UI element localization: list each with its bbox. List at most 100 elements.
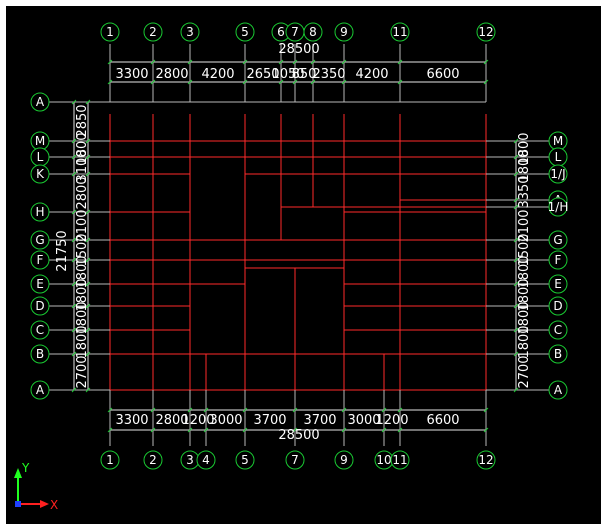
axis-bubble-left: C (30, 320, 50, 340)
axis-bubble-bottom: 2 (143, 450, 163, 470)
axis-bubble-bottom: 1 (100, 450, 120, 470)
axis-bubble-right: G (548, 230, 568, 250)
axis-bubble-right: 1/H (548, 197, 569, 217)
axis-bubble-label: 11 (392, 453, 407, 467)
axis-bubble-right: D (548, 296, 568, 316)
axis-bubble-label: G (553, 233, 562, 247)
axis-bubble-label: K (36, 167, 45, 181)
dim-top-total: 28500 (278, 42, 319, 57)
beam-lines (109, 114, 487, 391)
axis-bubble-label: B (554, 347, 562, 361)
axis-bubble-label: 6 (277, 25, 285, 39)
axis-bubble-label: A (36, 95, 45, 109)
axis-bubble-bottom: 7 (285, 450, 305, 470)
dim-right-segment: 2100 (517, 209, 532, 242)
axis-bubble-top: 2 (143, 22, 163, 42)
axis-bubble-top: 12 (476, 22, 496, 42)
axis-bubble-top: 11 (390, 22, 410, 42)
axis-bubble-left: D (30, 296, 50, 316)
dim-bottom-segment: 3000 (209, 413, 242, 428)
dim-bottom-total: 28500 (278, 428, 319, 443)
axis-bubble-left: A (30, 92, 50, 112)
dim-left-segment: 2700 (75, 355, 90, 388)
axis-bubble-bottom: 4 (196, 450, 216, 470)
axis-bubble-label: F (555, 253, 562, 267)
dim-top-segment: 2800 (155, 67, 188, 82)
axis-bubble-top: 8 (303, 22, 323, 42)
axis-bubble-left: M (30, 131, 50, 151)
axis-bubble-right: F (548, 250, 568, 270)
axis-bubble-label: 9 (340, 25, 348, 39)
dim-bottom-segment: 1200 (375, 413, 408, 428)
axis-bubble-left: K (30, 164, 50, 184)
dim-bottom-segment: 3700 (303, 413, 336, 428)
dim-left-segment: 2100 (75, 209, 90, 242)
axis-bubble-right: M (548, 131, 568, 151)
axis-bubble-label: A (36, 383, 45, 397)
axis-bubble-label: 7 (291, 25, 299, 39)
axis-bubble-label: L (37, 150, 44, 164)
dim-left-segment: 2850 (75, 104, 90, 137)
ucs-x-label: X (50, 498, 58, 512)
axis-bubble-label: M (553, 134, 563, 148)
axis-bubbles: 1 2 3 5 6 7 8 9 11 121 2 3 4 5 7 9 10 11 12AMLKHGFEDCBAML1… (30, 22, 569, 470)
axis-bubble-label: C (554, 323, 562, 337)
dim-top-segment: 4200 (355, 67, 388, 82)
ucs-y-label: Y (21, 461, 30, 475)
axis-bubble-label: L (555, 150, 562, 164)
axis-bubble-label: 12 (478, 25, 493, 39)
dim-top-segment: 4200 (201, 67, 234, 82)
axis-bubble-label: D (553, 299, 562, 313)
axis-bubble-right: L (548, 147, 568, 167)
axis-bubble-right: 1/J (548, 164, 568, 184)
dim-bottom-segment: 6600 (426, 413, 459, 428)
dim-left-total: 21750 (55, 230, 70, 271)
axis-bubble-label: 1 (106, 453, 114, 467)
axis-bubble-left: G (30, 230, 50, 250)
axis-bubble-label: E (554, 277, 562, 291)
axis-grid-plan: 1 2 3 5 6 7 8 9 11 121 2 3 4 5 7 9 10 11 12AMLKHGFEDCBAML1… (14, 22, 569, 512)
axis-bubble-label: 1/H (548, 200, 569, 214)
dim-top-segment: 3300 (115, 67, 148, 82)
axis-bubble-left: H (30, 202, 50, 222)
axis-bubble-bottom: 12 (476, 450, 496, 470)
dim-right-segment: 2700 (517, 355, 532, 388)
axis-bubble-top: 1 (100, 22, 120, 42)
axis-bubble-top: 9 (334, 22, 354, 42)
axis-bubble-label: 5 (241, 453, 249, 467)
dim-bottom-segment: 3300 (115, 413, 148, 428)
ucs-icon: Y X (14, 461, 58, 512)
dim-top-segment: 2350 (312, 67, 345, 82)
axis-bubble-right: C (548, 320, 568, 340)
axis-bubble-label: 12 (478, 453, 493, 467)
axis-bubble-bottom: 5 (235, 450, 255, 470)
axis-bubble-label: 11 (392, 25, 407, 39)
axis-bubble-right: A (548, 380, 568, 400)
axis-bubble-label: B (36, 347, 44, 361)
axis-bubble-top: 7 (285, 22, 305, 42)
dim-bottom-segment: 3700 (253, 413, 286, 428)
axis-bubble-label: M (35, 134, 45, 148)
axis-bubble-bottom: 3 (180, 450, 200, 470)
axis-bubble-left: E (30, 274, 50, 294)
axis-bubble-label: 10 (376, 453, 391, 467)
axis-bubble-label: H (35, 205, 44, 219)
axis-bubble-label: 3 (186, 453, 194, 467)
axis-bubble-bottom: 11 (390, 450, 410, 470)
axis-bubble-label: 2 (149, 25, 157, 39)
axis-bubble-label: 8 (309, 25, 317, 39)
axis-bubble-right: E (548, 274, 568, 294)
dim-top-segment: 6600 (426, 67, 459, 82)
axis-bubble-label: 3 (186, 25, 194, 39)
extension-lines (49, 44, 549, 446)
axis-bubble-left: F (30, 250, 50, 270)
axis-bubble-left: A (30, 380, 50, 400)
axis-bubble-top: 5 (235, 22, 255, 42)
axis-bubble-label: E (36, 277, 44, 291)
axis-bubble-top: 3 (180, 22, 200, 42)
axis-bubble-label: 5 (241, 25, 249, 39)
axis-bubble-label: 4 (202, 453, 210, 467)
axis-bubble-bottom: 9 (334, 450, 354, 470)
axis-bubble-left: L (30, 147, 50, 167)
drawing-canvas[interactable]: 1 2 3 5 6 7 8 9 11 12 1 2 3 4 5 7 9 10 11 12 A M L K H G F E D C B A M L 1… (6, 6, 601, 524)
